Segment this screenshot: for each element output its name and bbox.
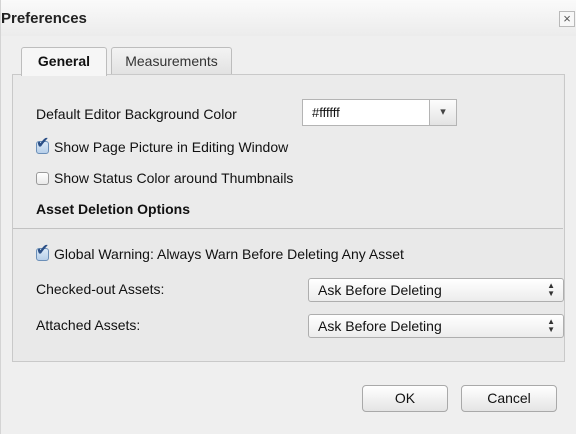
- show-status-color-label: Show Status Color around Thumbnails: [54, 170, 294, 186]
- title-bar: Preferences ×: [1, 0, 576, 36]
- close-icon[interactable]: ×: [559, 11, 575, 27]
- tab-measurements[interactable]: Measurements: [111, 47, 232, 74]
- show-page-picture-label: Show Page Picture in Editing Window: [54, 139, 289, 155]
- bg-color-label: Default Editor Background Color: [36, 106, 237, 122]
- checkmark-icon: ✔: [36, 242, 50, 259]
- attached-assets-value: Ask Before Deleting: [318, 318, 442, 334]
- asset-deletion-heading: Asset Deletion Options: [36, 201, 191, 217]
- global-warning-checkbox[interactable]: ✔: [36, 243, 49, 261]
- checked-out-assets-select[interactable]: Ask Before Deleting ▲ ▼: [308, 278, 564, 302]
- attached-assets-select[interactable]: Ask Before Deleting ▲ ▼: [308, 314, 564, 338]
- cancel-button[interactable]: Cancel: [461, 385, 557, 412]
- checked-out-assets-value: Ask Before Deleting: [318, 282, 442, 298]
- show-page-picture-checkbox[interactable]: ✔: [36, 136, 49, 154]
- checked-out-assets-label: Checked-out Assets:: [36, 281, 165, 297]
- show-status-color-checkbox[interactable]: [36, 172, 49, 185]
- chevron-down-icon[interactable]: ▾: [429, 99, 457, 126]
- global-warning-label: Global Warning: Always Warn Before Delet…: [54, 246, 404, 262]
- updown-arrows-icon: ▲ ▼: [547, 317, 555, 334]
- attached-assets-label: Attached Assets:: [36, 317, 141, 333]
- dialog-title: Preferences: [1, 10, 87, 27]
- checkmark-icon: ✔: [36, 135, 50, 152]
- updown-arrows-icon: ▲ ▼: [547, 281, 555, 298]
- section-divider: [13, 228, 563, 229]
- preferences-dialog: Preferences × General Measurements Defau…: [0, 0, 576, 434]
- ok-button[interactable]: OK: [362, 385, 448, 412]
- bg-color-input[interactable]: #ffffff: [302, 99, 430, 126]
- tab-general[interactable]: General: [21, 47, 107, 76]
